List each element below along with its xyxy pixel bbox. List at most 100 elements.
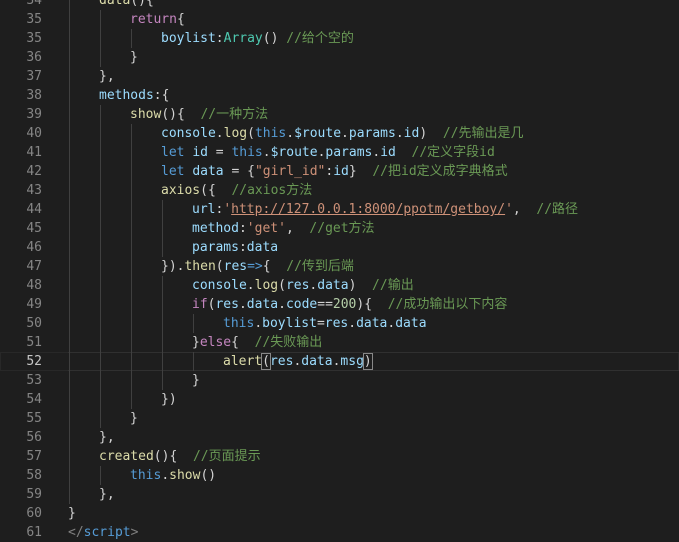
code-line[interactable]: 37}, xyxy=(0,67,679,86)
indent-guide xyxy=(100,29,101,48)
code-token: . xyxy=(161,468,170,483)
line-number: 52 xyxy=(26,354,42,369)
code-token: , xyxy=(285,221,310,236)
code-text[interactable]: console.log(res.data) //输出 xyxy=(192,276,414,295)
code-text[interactable]: let id = this.$route.params.id //定义字段id xyxy=(161,143,495,162)
code-text[interactable]: method:'get', //get方法 xyxy=(192,219,375,238)
code-line[interactable]: 38 methods:{ xyxy=(0,86,679,105)
code-text[interactable]: alert(res.data.msg) xyxy=(223,352,373,371)
code-token: ) xyxy=(348,278,373,293)
code-token: created xyxy=(99,449,154,464)
code-line[interactable]: 41 let id = this.$route.params.id //定义字段i… xyxy=(0,143,679,162)
code-line[interactable]: 54}) xyxy=(0,390,679,409)
line-number: 51 xyxy=(26,335,42,350)
code-text[interactable]: } xyxy=(130,48,138,67)
code-line[interactable]: 35 return{ xyxy=(0,10,679,29)
code-token: //传到后端 xyxy=(286,259,354,274)
code-token: "girl_id" xyxy=(254,164,326,179)
code-line[interactable]: 34 data(){ xyxy=(0,0,679,10)
code-line[interactable]: 45 method:'get', //get方法 xyxy=(0,219,679,238)
code-line[interactable]: 52 alert(res.data.msg) xyxy=(0,352,679,371)
code-line[interactable]: 42 let data = {"girl_id":id} //把id定义成字典格式 xyxy=(0,162,679,181)
indent-guide xyxy=(131,333,132,352)
indent-guide xyxy=(162,333,163,352)
code-token: ( xyxy=(278,278,286,293)
code-text[interactable]: }, xyxy=(99,67,115,86)
code-text[interactable]: this.boylist=res.data.data xyxy=(223,314,427,333)
code-lines[interactable]: 34 data(){35 return{35 boylist:Array() //给个… xyxy=(0,0,679,542)
code-text[interactable]: }else{ //失败输出 xyxy=(192,333,322,352)
code-token: params xyxy=(348,126,396,141)
code-token: { xyxy=(231,335,255,350)
code-line[interactable]: 47}).then(res=>{ //传到后端 xyxy=(0,257,679,276)
code-text[interactable]: return{ xyxy=(130,10,185,29)
code-token: (){ xyxy=(161,107,201,122)
code-text[interactable]: }).then(res=>{ //传到后端 xyxy=(161,257,354,276)
code-text[interactable]: params:data xyxy=(192,238,278,257)
indent-guide xyxy=(69,371,70,390)
code-line[interactable]: 56}, xyxy=(0,428,679,447)
code-line[interactable]: 40 console.log(this.$route.params.id) //先… xyxy=(0,124,679,143)
code-token: data xyxy=(246,240,279,255)
code-token: let xyxy=(161,145,185,160)
code-line[interactable]: 55} xyxy=(0,409,679,428)
code-line[interactable]: 48 console.log(res.data) //输出 xyxy=(0,276,679,295)
code-line[interactable]: 49 if(res.data.code==200){ //成功输出以下内容 xyxy=(0,295,679,314)
code-line[interactable]: 46 params:data xyxy=(0,238,679,257)
code-line[interactable]: 57 created(){ //页面提示 xyxy=(0,447,679,466)
code-token: </ xyxy=(68,525,84,540)
code-text[interactable]: created(){ //页面提示 xyxy=(99,447,261,466)
line-number: 50 xyxy=(26,316,42,331)
code-text[interactable]: } xyxy=(192,371,200,390)
line-number: 38 xyxy=(26,88,42,103)
code-text[interactable]: console.log(this.$route.params.id) //先输出… xyxy=(161,124,523,143)
code-line[interactable]: 51 }else{ //失败输出 xyxy=(0,333,679,352)
code-token: return xyxy=(130,12,177,27)
code-line[interactable]: 58 this.show() xyxy=(0,466,679,485)
code-text[interactable]: this.show() xyxy=(130,466,216,485)
code-text[interactable]: show(){ //一种方法 xyxy=(130,105,268,124)
indent-guide xyxy=(100,124,101,143)
code-text[interactable]: data(){ xyxy=(99,0,154,10)
indent-guide xyxy=(131,276,132,295)
code-line[interactable]: 35 boylist:Array() //给个空的 xyxy=(0,29,679,48)
code-line[interactable]: 39 show(){ //一种方法 xyxy=(0,105,679,124)
code-token: . xyxy=(215,126,224,141)
indent-guide xyxy=(69,0,70,10)
code-text[interactable]: boylist:Array() //给个空的 xyxy=(161,29,354,48)
line-number: 39 xyxy=(26,107,42,122)
indent-guide xyxy=(131,162,132,181)
code-line[interactable]: 61 </script> xyxy=(0,523,679,542)
code-text[interactable]: } xyxy=(68,504,76,523)
indent-guide xyxy=(131,390,132,409)
code-line[interactable]: 60} xyxy=(0,504,679,523)
code-token: => xyxy=(247,259,263,274)
code-token: //一种方法 xyxy=(200,107,269,122)
code-editor[interactable]: 34 data(){35 return{35 boylist:Array() //给个… xyxy=(0,0,679,542)
code-token: alert xyxy=(223,354,263,369)
code-text[interactable]: url:'http://127.0.0.1:8000/ppotm/getboy/… xyxy=(192,200,578,219)
code-text[interactable]: methods:{ xyxy=(99,86,169,105)
code-token: id xyxy=(403,126,420,141)
indent-guide xyxy=(69,143,70,162)
indent-guide xyxy=(69,219,70,238)
code-text[interactable]: </script> xyxy=(68,523,138,542)
code-line[interactable]: 53} xyxy=(0,371,679,390)
code-token: data xyxy=(356,316,388,331)
code-text[interactable]: } xyxy=(130,409,138,428)
code-line[interactable]: 44 url:'http://127.0.0.1:8000/ppotm/getbo… xyxy=(0,200,679,219)
code-text[interactable]: }, xyxy=(99,485,115,504)
code-line[interactable]: 43 axios({ //axios方法 xyxy=(0,181,679,200)
line-number: 45 xyxy=(26,221,42,236)
code-line[interactable]: 50 this.boylist=res.data.data xyxy=(0,314,679,333)
code-token: } xyxy=(130,50,138,65)
code-text[interactable]: let data = {"girl_id":id} //把id定义成字典格式 xyxy=(161,162,508,181)
code-line[interactable]: 59}, xyxy=(0,485,679,504)
code-text[interactable]: if(res.data.code==200){ //成功输出以下内容 xyxy=(192,295,507,314)
code-text[interactable]: }, xyxy=(99,428,115,447)
code-text[interactable]: }) xyxy=(161,390,177,409)
code-line[interactable]: 36} xyxy=(0,48,679,67)
code-token: data xyxy=(192,164,224,179)
code-text[interactable]: axios({ //axios方法 xyxy=(161,181,312,200)
code-token: data xyxy=(246,297,279,312)
